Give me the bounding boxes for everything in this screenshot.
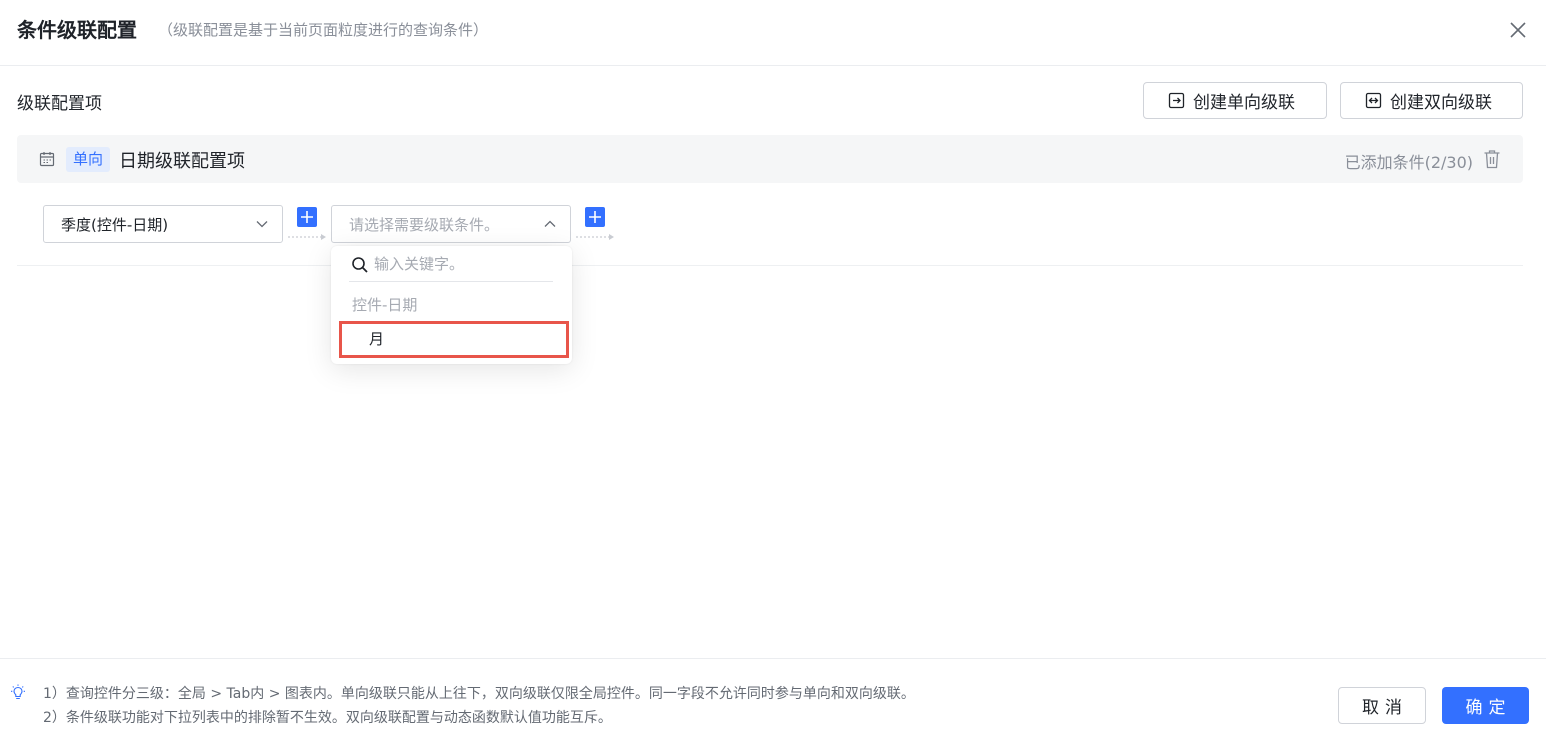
lightbulb-icon [11, 684, 25, 700]
direction-tag: 单向 [66, 147, 111, 172]
trash-icon[interactable] [1483, 149, 1501, 169]
second-condition-select[interactable]: 请选择需要级联条件。 [331, 205, 571, 243]
first-condition-value: 季度(控件-日期) [61, 215, 169, 234]
dialog-subtitle: （级联配置是基于当前页面粒度进行的查询条件） [158, 21, 489, 39]
dialog-header: 条件级联配置 （级联配置是基于当前页面粒度进行的查询条件） [0, 0, 1546, 66]
tip-line-1: 1）查询控件分三级：全局 > Tab内 > 图表内。单向级联只能从上往下，双向级… [43, 686, 915, 702]
dashed-arrow-icon-2 [576, 234, 614, 240]
create-single-cascade-button[interactable]: 创建单向级联 [1143, 82, 1327, 119]
create-double-cascade-label: 创建双向级联 [1390, 93, 1492, 113]
cascade-item-name: 日期级联配置项 [119, 151, 245, 172]
keyword-search-input[interactable] [374, 253, 544, 275]
add-condition-button[interactable] [297, 207, 317, 227]
search-icon [352, 257, 368, 273]
add-condition-button-2[interactable] [585, 207, 605, 227]
confirm-button[interactable]: 确定 [1442, 687, 1529, 724]
option-month[interactable]: 月 [339, 321, 569, 358]
dialog-footer: 1）查询控件分三级：全局 > Tab内 > 图表内。单向级联只能从上往下，双向级… [0, 658, 1546, 746]
search-underline [349, 281, 553, 282]
condition-dropdown: 控件-日期 月 [331, 246, 572, 364]
divider [17, 265, 1523, 266]
tip-line-2: 2）条件级联功能对下拉列表中的排除暂不生效。双向级联配置与动态函数默认值功能互斥… [43, 710, 612, 726]
dashed-arrow-icon [288, 234, 326, 240]
cascade-item-header: 单向 日期级联配置项 已添加条件(2/30) [17, 135, 1523, 183]
dialog-title: 条件级联配置 [17, 18, 137, 42]
chevron-down-icon [256, 221, 268, 228]
single-arrow-icon [1168, 92, 1185, 109]
second-condition-placeholder: 请选择需要级联条件。 [349, 215, 500, 234]
plus-icon [589, 211, 601, 223]
chevron-up-icon [544, 220, 556, 227]
double-arrow-icon [1365, 92, 1382, 109]
first-condition-select[interactable]: 季度(控件-日期) [43, 205, 283, 243]
close-icon[interactable] [1506, 18, 1530, 42]
cancel-button[interactable]: 取消 [1338, 687, 1426, 724]
plus-icon [301, 211, 313, 223]
option-group-label: 控件-日期 [352, 296, 418, 314]
calendar-icon [39, 152, 55, 167]
added-count: 已添加条件(2/30) [1344, 153, 1473, 172]
section-title: 级联配置项 [17, 94, 102, 114]
create-double-cascade-button[interactable]: 创建双向级联 [1340, 82, 1523, 119]
create-single-cascade-label: 创建单向级联 [1193, 93, 1295, 113]
